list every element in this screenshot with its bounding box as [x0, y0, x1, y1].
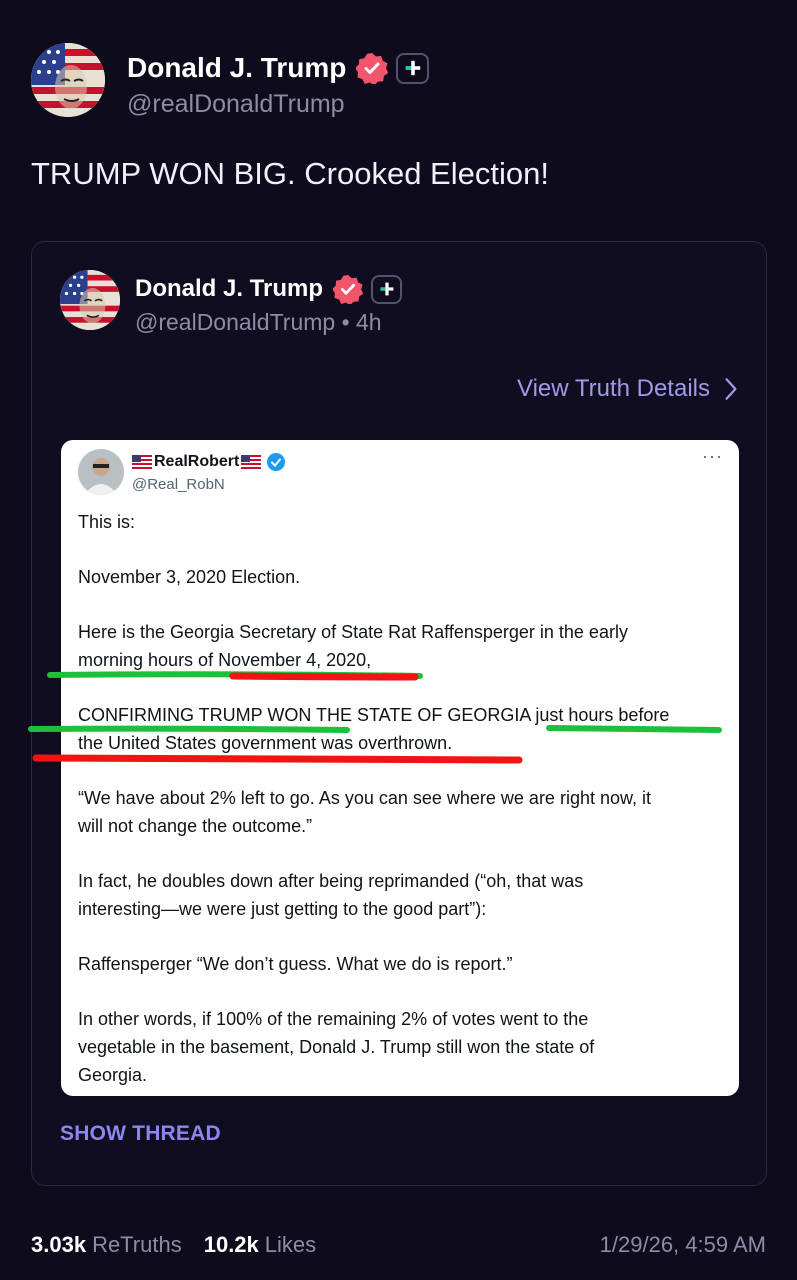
tweet-author-name-text: RealRobert	[154, 452, 240, 470]
plus-badge-icon	[371, 274, 403, 304]
verified-badge-icon	[355, 52, 389, 86]
tweet-paragraph: “We have about 2% left to go. As you can…	[78, 784, 728, 840]
us-flag-icon	[241, 454, 262, 469]
tweet-line: Here is the Georgia Secretary of State R…	[78, 622, 628, 642]
tweet-body: This is: November 3, 2020 Election. Here…	[78, 508, 728, 1096]
tweet-line: “We have about 2% left to go. As you can…	[78, 788, 651, 808]
likes-label: Likes	[264, 1232, 317, 1257]
tweet-paragraph: In fact, he doubles down after being rep…	[78, 867, 728, 923]
post-timestamp: 1/29/26, 4:59 AM	[599, 1232, 766, 1257]
verified-badge-icon	[332, 274, 364, 306]
tweet-line: CONFIRMING TRUMP WON THE STATE OF GEORGI…	[78, 705, 670, 725]
tweet-author-handle: @Real_RobN	[132, 475, 225, 493]
tweet-paragraph: Raffensperger “We don’t guess. What we d…	[78, 954, 513, 974]
tweet-paragraph: In other words, if 100% of the remaining…	[78, 1005, 728, 1089]
quoted-author-handle-time[interactable]: @realDonaldTrump • 4h	[135, 309, 382, 336]
x-verified-icon	[267, 452, 286, 471]
tweet-paragraph: This is:	[78, 512, 136, 532]
tweet-line: In fact, he doubles down after being rep…	[78, 871, 584, 891]
author-handle[interactable]: @realDonaldTrump	[127, 90, 345, 119]
quoted-author-display-name[interactable]: Donald J. Trump	[135, 275, 323, 303]
plus-badge-icon	[396, 52, 430, 84]
view-truth-details-label: View Truth Details	[517, 375, 710, 402]
avatar-image	[31, 43, 105, 117]
tweet-avatar	[78, 449, 124, 495]
post-footer: 3.03k ReTruths 10.2k Likes 1/29/26, 4:59 A…	[31, 1232, 766, 1258]
truth-post-page: Donald J. Trump @realDonaldTrump TRUMP W…	[0, 0, 797, 1280]
tweet-line: the United States government was overthr…	[78, 733, 453, 753]
view-truth-details-link[interactable]: View Truth Details	[517, 375, 738, 403]
tweet-line: Georgia.	[78, 1065, 148, 1085]
tweet-paragraph: November 3, 2020 Election.	[78, 567, 301, 587]
retruths-count: 3.03k	[31, 1232, 87, 1257]
tweet-paragraph: CONFIRMING TRUMP WON THE STATE OF GEORGI…	[78, 701, 728, 757]
tweet-line: interesting—we were just getting to the …	[78, 899, 487, 919]
tweet-line: will not change the outcome.”	[78, 816, 313, 836]
tweet-line: vegetable in the basement, Donald J. Tru…	[78, 1037, 595, 1057]
retruths-stat[interactable]: 3.03k ReTruths	[31, 1232, 182, 1258]
author-avatar[interactable]	[31, 43, 105, 117]
quoted-truth-card[interactable]: Donald J. Trump @realDonaldTrump • 4h Vi…	[31, 241, 767, 1186]
us-flag-icon	[132, 454, 152, 469]
tweet-line: In other words, if 100% of the remaining…	[78, 1009, 589, 1029]
tweet-author-name: RealRobert	[132, 452, 286, 472]
quoted-author-name-row: Donald J. Trump	[135, 273, 403, 306]
author-name-row: Donald J. Trump	[127, 50, 430, 86]
retruths-label: ReTruths	[92, 1232, 182, 1257]
post-text: TRUMP WON BIG. Crooked Election!	[31, 156, 549, 191]
show-thread-button[interactable]: SHOW THREAD	[60, 1122, 221, 1146]
tweet-line: morning hours of November 4, 2020,	[78, 650, 372, 670]
more-icon[interactable]: ···	[702, 446, 723, 467]
author-display-name[interactable]: Donald J. Trump	[127, 52, 346, 84]
chevron-right-icon	[725, 378, 737, 400]
tweet-header: RealRobert @Real_RobN	[78, 449, 286, 495]
embedded-tweet-image[interactable]: RealRobert @Real_RobN ··· This is: Novem…	[61, 440, 739, 1096]
avatar-image	[60, 270, 120, 330]
likes-stat[interactable]: 10.2k Likes	[204, 1232, 316, 1258]
tweet-paragraph: Here is the Georgia Secretary of State R…	[78, 618, 728, 674]
likes-count: 10.2k	[203, 1232, 259, 1257]
quoted-author-avatar[interactable]	[60, 270, 120, 330]
